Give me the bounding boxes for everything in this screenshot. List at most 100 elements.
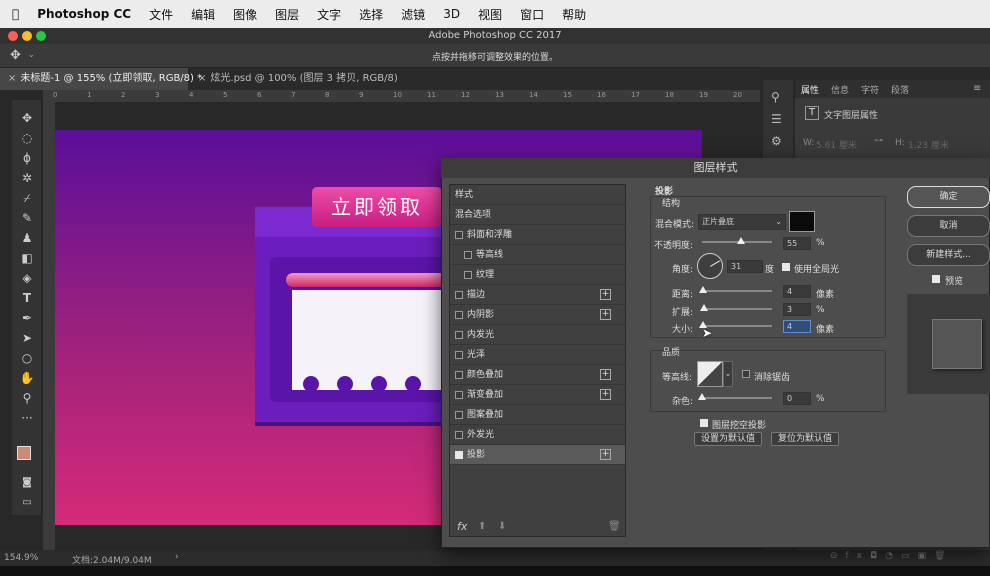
style-checkbox[interactable] [455,451,463,459]
add-style-icon[interactable]: + [600,389,611,400]
size-input[interactable]: 4 [783,320,811,333]
spread-input[interactable]: 3 [783,303,811,316]
style-item[interactable]: 光泽 [450,345,625,365]
brush-settings-icon[interactable]: ⚙ [771,134,782,148]
menu-select[interactable]: 选择 [359,6,383,23]
tab-character[interactable]: 字符 [861,83,879,96]
style-item[interactable]: 斜面和浮雕 [450,225,625,245]
style-checkbox[interactable] [464,251,472,259]
menu-image[interactable]: 图像 [233,6,257,23]
tab-info[interactable]: 信息 [831,83,849,96]
opacity-input[interactable]: 55 [783,237,811,250]
hand-tool-icon[interactable]: ✋ [17,370,37,387]
more-tools-icon[interactable]: ··· [17,410,37,427]
style-checkbox[interactable] [455,331,463,339]
apple-icon[interactable]:  [12,7,19,21]
add-style-icon[interactable]: + [600,369,611,380]
tab-properties[interactable]: 属性 [801,83,819,96]
close-icon[interactable]: × [198,73,206,84]
magic-wand-icon[interactable]: ✲ [17,170,37,187]
type-tool-icon[interactable]: T [17,290,37,307]
chevron-right-icon[interactable]: › [175,552,179,562]
trash-icon[interactable]: 🗑 [608,521,621,532]
knockout-checkbox[interactable] [700,419,708,427]
tab-document-1[interactable]: × 未标题-1 @ 155% (立即领取, RGB/8) * [0,68,202,90]
style-item[interactable]: 外发光 [450,425,625,445]
blend-mode-select[interactable]: 正片叠底 ⌄ [698,214,786,230]
width-value[interactable]: 5.61 厘米 [816,138,857,151]
style-checkbox[interactable] [455,291,463,299]
zoom-window-icon[interactable] [36,31,46,41]
quick-mask-icon[interactable]: ◙ [17,474,37,491]
tab-paragraph[interactable]: 段落 [891,83,909,96]
slider-thumb[interactable] [699,286,708,293]
move-tool-icon[interactable]: ✥ [17,110,37,127]
move-down-icon[interactable]: ⬇ [498,521,506,532]
marquee-tool-icon[interactable]: ◌ [17,130,37,147]
opacity-slider[interactable] [702,237,772,244]
brush-tool-icon[interactable]: ✎ [17,210,37,227]
style-checkbox[interactable] [455,371,463,379]
path-selection-icon[interactable]: ➤ [17,330,37,347]
add-style-icon[interactable]: + [600,289,611,300]
spread-slider[interactable] [700,304,772,311]
ok-button[interactable]: 确定 [907,186,990,208]
style-checkbox[interactable] [455,231,463,239]
style-item[interactable]: 内发光 [450,325,625,345]
style-checkbox[interactable] [464,271,472,279]
chevron-down-icon[interactable]: ⌄ [723,361,733,387]
style-checkbox[interactable] [455,351,463,359]
blend-options-item[interactable]: 混合选项 [450,205,625,225]
link-icon[interactable]: ⊶ [874,136,883,146]
style-checkbox[interactable] [455,391,463,399]
paint-bucket-icon[interactable]: ◈ [17,270,37,287]
menu-3d[interactable]: 3D [443,7,460,21]
zoom-tool-icon[interactable]: ⚲ [17,390,37,407]
style-item[interactable]: 渐变叠加 + [450,385,625,405]
style-item[interactable]: 投影 + [450,445,625,465]
style-item[interactable]: 纹理 [450,265,625,285]
cancel-button[interactable]: 取消 [907,215,990,237]
menu-filter[interactable]: 滤镜 [401,6,425,23]
menu-edit[interactable]: 编辑 [191,6,215,23]
style-item[interactable]: 图案叠加 [450,405,625,425]
add-style-icon[interactable]: + [600,449,611,460]
reset-default-button[interactable]: 复位为默认值 [771,432,839,446]
lasso-tool-icon[interactable]: ϕ [17,150,37,167]
global-light-checkbox[interactable] [782,263,790,271]
history-icon[interactable]: ⚲ [771,90,780,104]
menu-app[interactable]: Photoshop CC [37,7,131,21]
new-style-button[interactable]: 新建样式... [907,244,990,266]
style-checkbox[interactable] [455,311,463,319]
menu-type[interactable]: 文字 [317,6,341,23]
noise-slider[interactable] [698,393,772,400]
preview-checkbox[interactable] [932,275,940,283]
zoom-level[interactable]: 154.9% [4,553,38,563]
fx-menu-button[interactable]: fx [457,520,467,533]
menu-help[interactable]: 帮助 [562,6,586,23]
anti-alias-checkbox[interactable] [742,370,750,378]
menu-view[interactable]: 视图 [478,6,502,23]
height-value[interactable]: 1.23 厘米 [908,138,949,151]
slider-thumb[interactable] [736,237,745,244]
style-item[interactable]: 描边 + [450,285,625,305]
screen-mode-icon[interactable]: ▭ [17,494,37,511]
move-up-icon[interactable]: ⬆ [478,521,486,532]
tab-document-2[interactable]: × 炫光.psd @ 100% (图层 3 拷贝, RGB/8) [190,68,400,90]
angle-dial[interactable] [697,253,723,279]
menu-layer[interactable]: 图层 [275,6,299,23]
minimize-window-icon[interactable] [22,31,32,41]
angle-input[interactable]: 31 [727,260,763,273]
shadow-color-swatch[interactable] [789,211,815,232]
stamp-tool-icon[interactable]: ♟ [17,230,37,247]
eyedropper-tool-icon[interactable]: ⌿ [17,190,37,207]
style-item[interactable]: 颜色叠加 + [450,365,625,385]
panel-menu-icon[interactable]: ≡ [973,83,981,94]
menu-file[interactable]: 文件 [149,6,173,23]
noise-input[interactable]: 0 [783,392,811,405]
layer-actions-icons[interactable]: ⊝fx◘◔▭▣🗑 [830,551,953,561]
size-slider[interactable] [699,321,772,328]
style-item[interactable]: 内阴影 + [450,305,625,325]
adjustments-icon[interactable]: ☰ [771,112,782,126]
close-icon[interactable]: × [8,73,16,84]
